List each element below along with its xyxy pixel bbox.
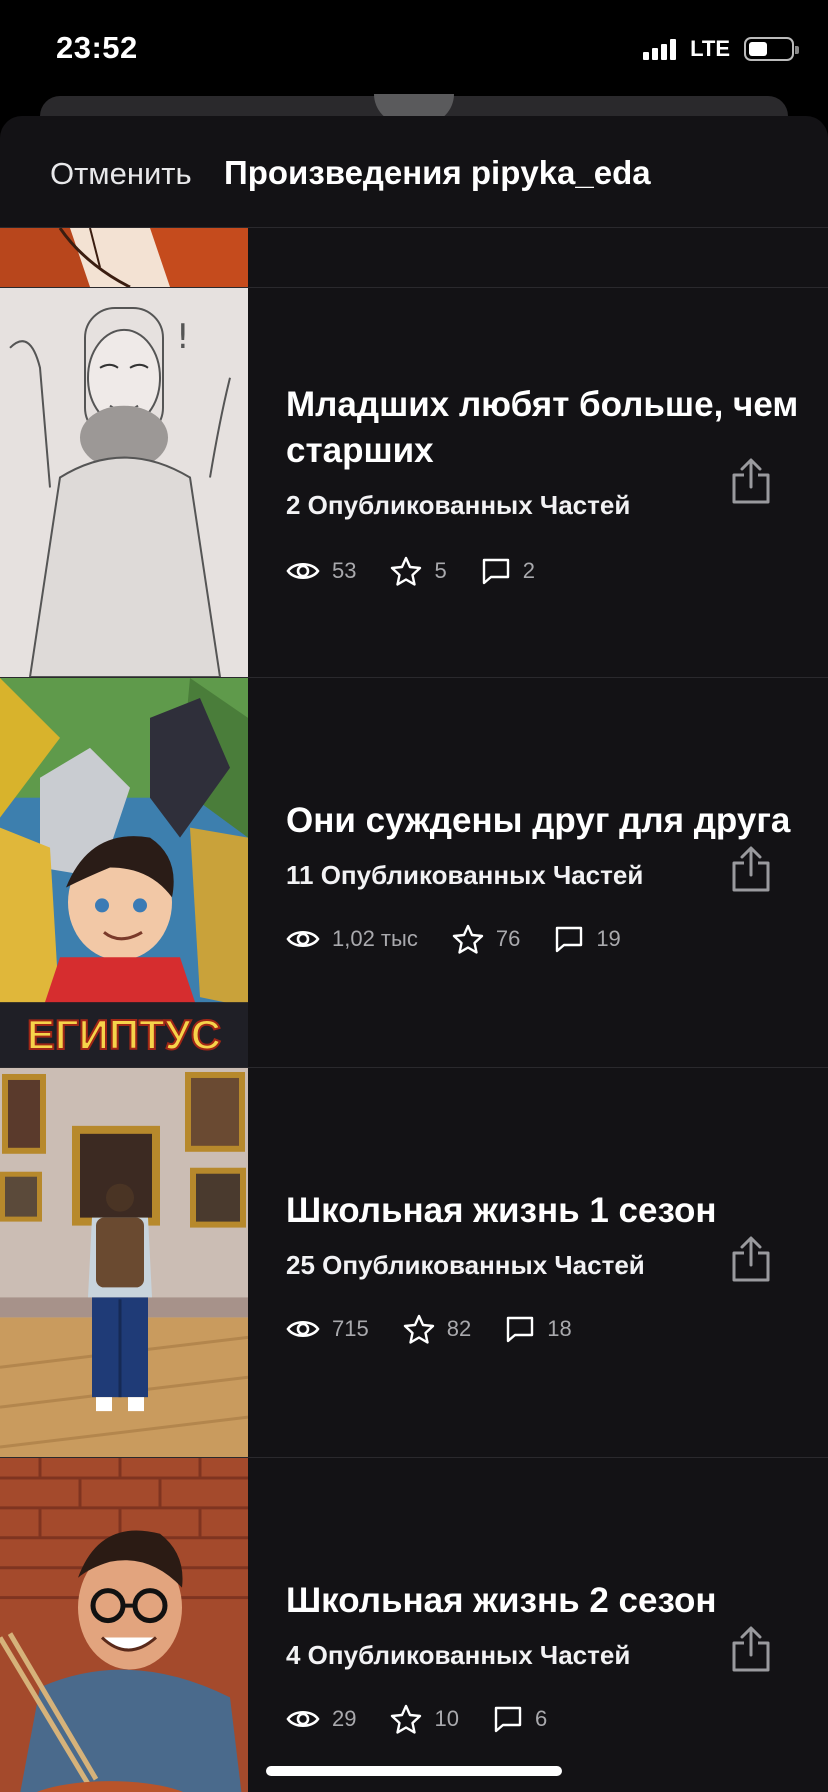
eye-icon — [286, 562, 320, 580]
star-icon — [391, 1704, 422, 1734]
star-icon — [391, 556, 422, 586]
network-type: LTE — [690, 36, 730, 61]
comments-stat: 19 — [554, 925, 621, 953]
votes-stat: 5 — [390, 556, 447, 586]
story-item[interactable]: ЕГИПТУС Они суждены друг для друга 11 Оп… — [0, 678, 828, 1068]
status-time: 23:52 — [56, 30, 138, 65]
share-button[interactable] — [728, 1234, 774, 1286]
signal-icon — [643, 38, 677, 60]
works-modal: Отменить Произведения pipyka_eda ! Младш… — [0, 116, 828, 1792]
status-bar: 23:52 LTE — [0, 0, 828, 100]
views-count: 53 — [332, 558, 357, 583]
share-icon — [732, 1626, 770, 1671]
comments-count: 18 — [547, 1316, 572, 1341]
published-parts: 4 Опубликованных Частей — [286, 1640, 631, 1670]
eye-icon — [286, 1710, 320, 1728]
story-cover — [0, 228, 248, 287]
comments-stat: 18 — [505, 1315, 572, 1343]
home-indicator[interactable] — [266, 1766, 562, 1776]
views-stat: 29 — [286, 1706, 356, 1732]
svg-text:!: ! — [176, 317, 190, 357]
status-indicators: LTE — [643, 36, 799, 62]
views-stat: 53 — [286, 558, 356, 584]
story-stats: 29 10 6 — [286, 1704, 581, 1734]
modal-title: Произведения pipyka_eda — [224, 154, 651, 191]
votes-count: 5 — [434, 558, 447, 583]
comment-icon — [494, 1706, 522, 1733]
comments-count: 19 — [596, 926, 621, 951]
views-stat: 1,02 тыс — [286, 926, 418, 952]
story-item[interactable]: Школьная жизнь 1 сезон 25 Опубликованных… — [0, 1068, 828, 1458]
comments-count: 6 — [534, 1706, 548, 1731]
share-icon — [732, 458, 770, 503]
story-stats: 1,02 тыс 76 19 — [286, 924, 655, 954]
cover-logo-text: ЕГИПТУС — [27, 1011, 221, 1058]
share-button[interactable] — [728, 844, 774, 896]
story-title: Школьная жизнь 2 сезон — [286, 1581, 717, 1620]
views-count: 29 — [332, 1706, 357, 1731]
battery-level — [749, 42, 767, 56]
share-icon — [732, 846, 770, 891]
comment-icon — [482, 558, 509, 585]
story-title: Школьная жизнь 1 сезон — [286, 1191, 717, 1230]
modal-header: Отменить Произведения pipyka_eda — [0, 116, 828, 228]
views-count: 1,02 тыс — [332, 926, 418, 951]
comment-icon — [556, 926, 583, 953]
votes-stat: 82 — [403, 1314, 471, 1344]
star-icon — [452, 924, 484, 954]
story-item[interactable]: ! Младших любят больше, чем старших 2 Оп… — [0, 288, 828, 678]
votes-count: 76 — [495, 926, 521, 951]
eye-icon — [286, 930, 320, 948]
views-count: 715 — [332, 1316, 369, 1341]
share-icon — [732, 1236, 770, 1281]
votes-stat: 76 — [452, 924, 520, 954]
story-list: ! Младших любят больше, чем старших 2 Оп… — [0, 228, 828, 1792]
published-parts: 11 Опубликованных Частей — [286, 860, 644, 890]
published-parts: 2 Опубликованных Частей — [286, 490, 631, 520]
battery-icon — [744, 37, 799, 61]
views-stat: 715 — [286, 1316, 369, 1342]
cancel-button[interactable]: Отменить — [50, 156, 192, 192]
eye-icon — [286, 1320, 320, 1338]
story-cover: ! — [0, 288, 248, 677]
comments-count: 2 — [522, 558, 535, 583]
story-item-partial[interactable] — [0, 228, 828, 288]
comments-stat: 2 — [481, 557, 535, 585]
share-button[interactable] — [728, 1624, 774, 1676]
story-cover — [0, 1458, 248, 1792]
story-stats: 715 82 18 — [286, 1314, 606, 1344]
votes-count: 10 — [434, 1706, 459, 1731]
votes-stat: 10 — [390, 1704, 459, 1734]
votes-count: 82 — [446, 1316, 472, 1341]
story-title: Они суждены друг для друга — [286, 801, 791, 840]
share-button[interactable] — [728, 456, 774, 508]
star-icon — [403, 1314, 434, 1344]
comments-stat: 6 — [493, 1705, 547, 1733]
story-cover — [0, 1068, 248, 1457]
comment-icon — [507, 1316, 534, 1343]
story-item[interactable]: Школьная жизнь 2 сезон 4 Опубликованных … — [0, 1458, 828, 1792]
story-stats: 53 5 2 — [286, 556, 569, 586]
story-cover: ЕГИПТУС — [0, 678, 248, 1067]
published-parts: 25 Опубликованных Частей — [286, 1250, 645, 1280]
